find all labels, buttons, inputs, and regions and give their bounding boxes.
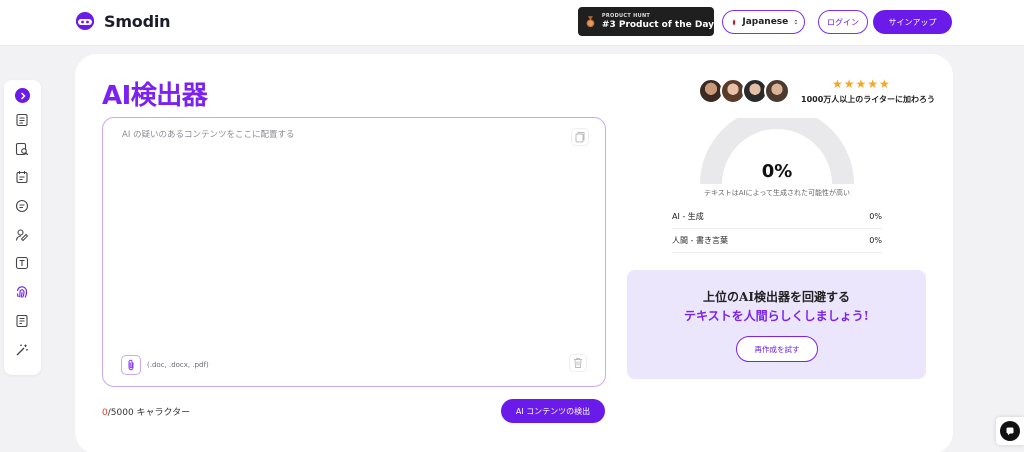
document-search-icon[interactable] xyxy=(14,141,30,157)
magic-wand-icon[interactable] xyxy=(14,342,30,358)
document-lines-icon[interactable] xyxy=(14,112,30,128)
medal-icon xyxy=(586,15,595,27)
chat-launcher[interactable] xyxy=(996,417,1024,445)
brand-name: Smodin xyxy=(104,11,171,31)
chevron-updown-icon xyxy=(794,19,798,25)
attach-file-button[interactable] xyxy=(121,355,141,375)
content-input[interactable]: AI の疑いのあるコンテンツをここに配置する (.doc, .docx, .pd… xyxy=(102,117,606,387)
product-hunt-rank: #3 Product of the Day xyxy=(601,19,714,30)
detect-ai-button[interactable]: AI コンテンツの検出 xyxy=(501,399,605,423)
page-title: AI検出器 xyxy=(102,81,208,111)
japan-flag-icon xyxy=(732,18,737,26)
language-label: Japanese xyxy=(742,17,789,27)
trash-icon[interactable] xyxy=(569,354,587,372)
social-proof-text: 1000万人以上のライターに加わろう xyxy=(801,95,935,104)
result-label: 人間 - 書き言葉 xyxy=(672,236,728,245)
promo-subheading: テキストを人間らしくしましょう! xyxy=(684,309,869,323)
result-row-ai: AI - 生成 0% xyxy=(672,205,882,229)
promo-heading: 上位のAI検出器を回避する xyxy=(703,290,850,304)
signup-button[interactable]: サインアップ xyxy=(873,10,952,34)
ai-score-gauge xyxy=(700,118,854,185)
brand-logo[interactable]: Smodin xyxy=(74,10,171,32)
fingerprint-icon[interactable] xyxy=(14,284,30,300)
summary-icon[interactable] xyxy=(14,198,30,214)
language-select[interactable]: Japanese xyxy=(722,10,805,34)
chevron-right-icon[interactable] xyxy=(15,88,30,103)
rating-stars-icon: ★★★★★ xyxy=(832,77,891,91)
ai-score-value: 0% xyxy=(761,161,793,182)
user-pen-icon[interactable] xyxy=(14,227,30,243)
humanize-promo: 上位のAI検出器を回避する テキストを人間らしくしましょう! 再作成を試す xyxy=(627,270,926,379)
report-icon[interactable] xyxy=(14,313,30,329)
ai-score-caption: テキストはAIによって生成された可能性が高い xyxy=(703,189,851,197)
text-box-icon[interactable] xyxy=(14,255,30,271)
top-header: Smodin PRODUCT HUNT #3 Product of the Da… xyxy=(0,0,1024,46)
chat-bubble-icon xyxy=(1000,421,1020,441)
result-row-human: 人間 - 書き言葉 0% xyxy=(672,229,882,253)
character-count-limit: /5000 キャラクター xyxy=(107,408,191,418)
avatar xyxy=(764,78,790,104)
content-input-placeholder: AI の疑いのあるコンテンツをここに配置する xyxy=(122,130,295,140)
result-value: 0% xyxy=(869,212,882,221)
product-hunt-badge[interactable]: PRODUCT HUNT #3 Product of the Day xyxy=(578,7,714,36)
product-hunt-label: PRODUCT HUNT xyxy=(601,12,651,19)
character-count: 0/5000 キャラクター xyxy=(102,405,190,418)
try-rewrite-button[interactable]: 再作成を試す xyxy=(736,336,818,362)
tool-sidebar xyxy=(4,80,41,375)
attach-file-types: (.doc, .docx, .pdf) xyxy=(147,361,209,369)
result-value: 0% xyxy=(869,236,882,245)
smodin-logo-icon xyxy=(76,12,94,30)
document-edit-icon[interactable] xyxy=(14,169,30,185)
paperclip-icon xyxy=(128,359,134,371)
result-label: AI - 生成 xyxy=(672,212,704,221)
login-button[interactable]: ログイン xyxy=(818,10,868,34)
paste-icon[interactable] xyxy=(571,128,589,146)
